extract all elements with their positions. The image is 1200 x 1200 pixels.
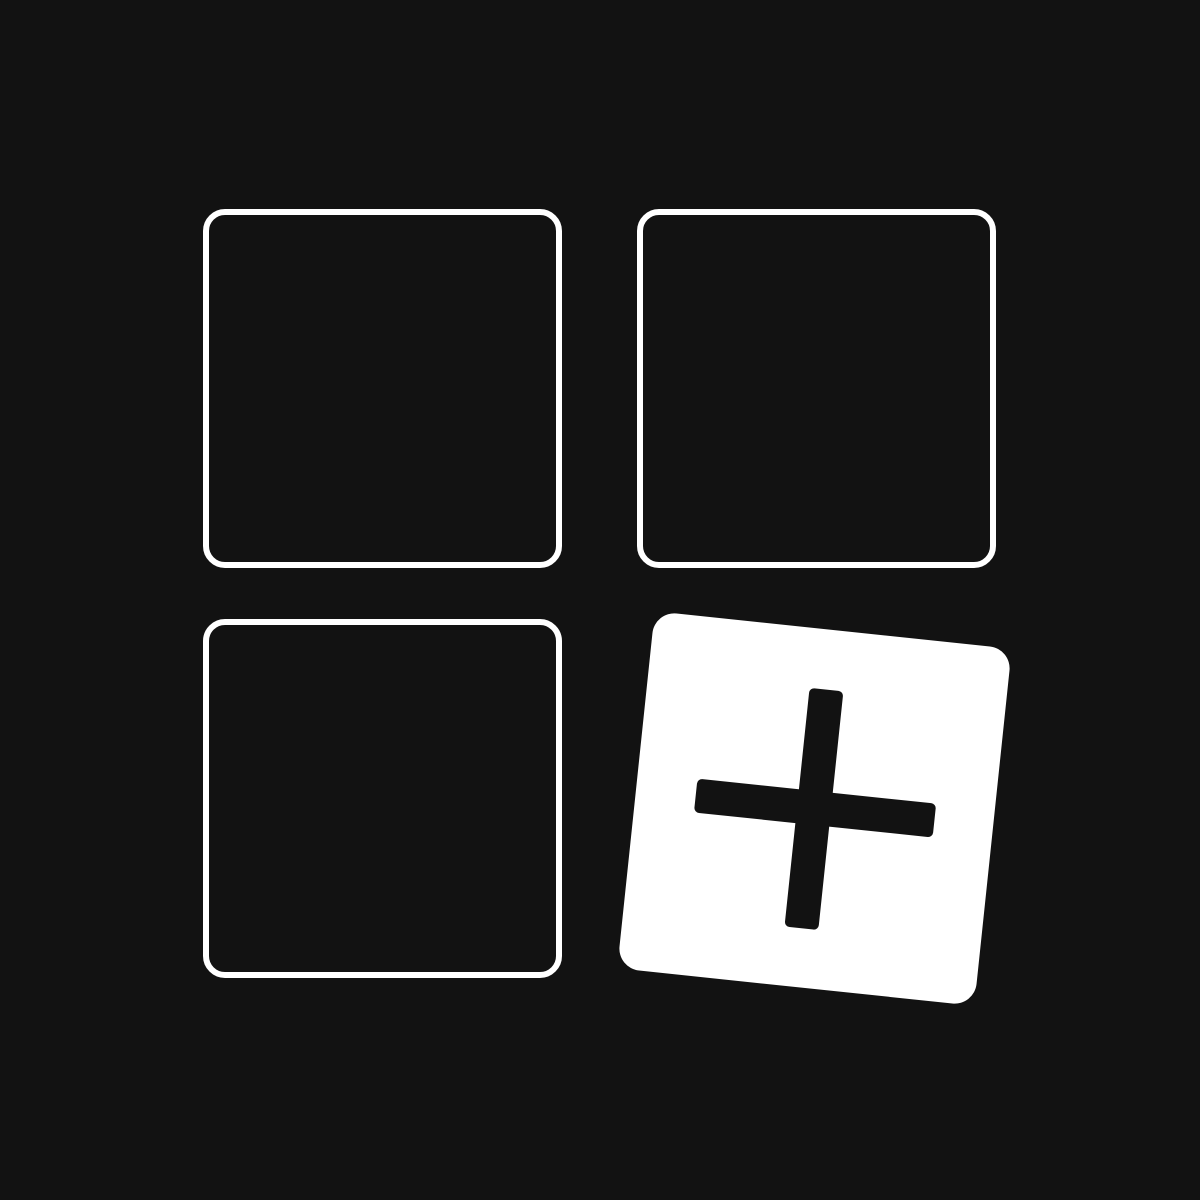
tile-outline-top-left	[203, 209, 562, 568]
tile-outline-top-right	[637, 209, 996, 568]
add-tile-icon	[0, 0, 1200, 1200]
tile-outline-bottom-left	[203, 619, 562, 978]
add-tile[interactable]	[617, 611, 1012, 1006]
